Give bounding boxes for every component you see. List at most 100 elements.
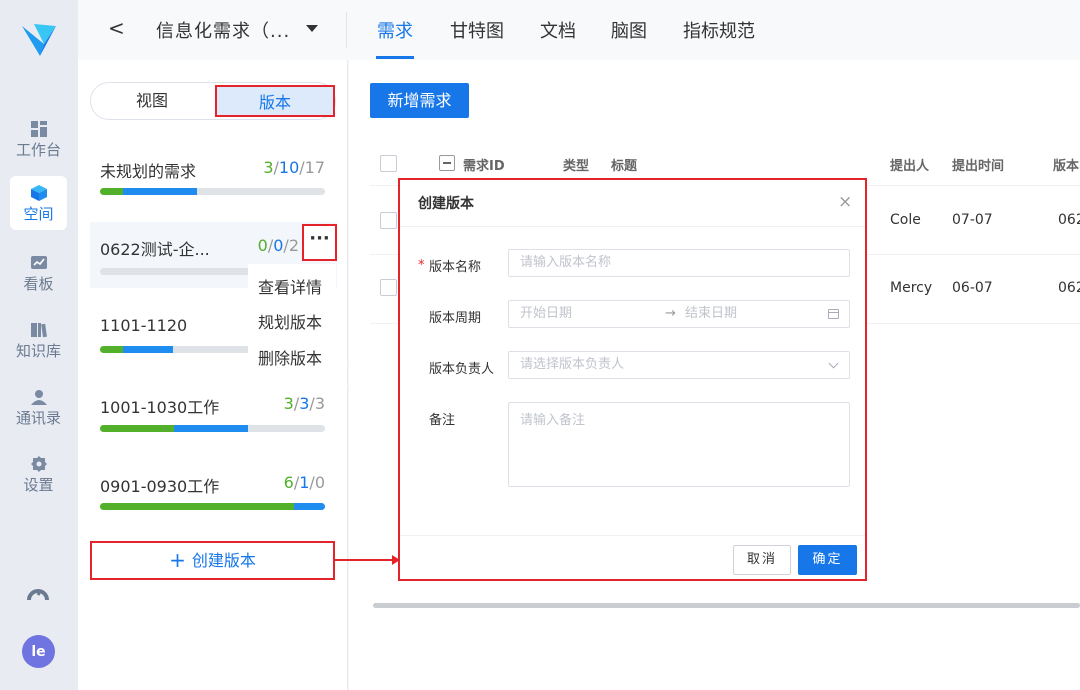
nav-item-label: 通讯录: [15, 409, 61, 427]
nav-item-knowledge[interactable]: 知识库: [10, 313, 67, 367]
dialog-divider: [400, 226, 865, 227]
start-date-input[interactable]: 开始日期: [520, 306, 572, 321]
range-arrow-icon: →: [665, 306, 676, 321]
nav-item-workbench[interactable]: 工作台: [10, 112, 67, 166]
version-period-label: 版本周期: [429, 311, 482, 326]
version-context-menu: 查看详情 规划版本 删除版本: [248, 264, 336, 376]
create-version-button[interactable]: + 创建版本: [90, 541, 335, 580]
proposer-cell: Mercy: [890, 280, 933, 296]
row-checkbox[interactable]: [380, 279, 397, 296]
nav-item-label: 空间: [23, 205, 54, 223]
active-tab-indicator: [376, 56, 414, 59]
version-name-input[interactable]: 请输入版本名称: [508, 249, 850, 277]
end-date-input[interactable]: 结束日期: [685, 301, 737, 327]
menu-item-view-details[interactable]: 查看详情: [258, 274, 322, 298]
tab-metrics[interactable]: 指标规范: [683, 17, 755, 43]
project-title[interactable]: 信息化需求（...: [156, 17, 290, 43]
segment-version[interactable]: 版本: [215, 85, 335, 117]
version-name: 1001-1030工作: [100, 398, 220, 417]
collapse-all-icon[interactable]: [439, 155, 455, 171]
create-version-label: 创建版本: [191, 551, 256, 570]
header-divider: [346, 12, 347, 48]
version-progress-bar: [100, 188, 325, 195]
dashboard-icon: [30, 120, 48, 138]
version-name: 0622测试-企...: [100, 240, 210, 259]
version-item[interactable]: 1001-1030工作 3/3/3: [90, 382, 337, 442]
nav-item-settings[interactable]: 设置: [10, 447, 67, 501]
segment-view[interactable]: 视图: [91, 83, 213, 119]
annotation-arrow-line: [335, 559, 393, 561]
nav-item-space[interactable]: 空间: [10, 176, 67, 230]
tab-mindmap[interactable]: 脑图: [611, 17, 647, 43]
menu-item-plan-version[interactable]: 规划版本: [258, 309, 322, 333]
column-header[interactable]: 版本: [1053, 155, 1079, 174]
version-panel: 视图 版本 未规划的需求 3/10/17 0622测试-企... 0/0/2 ·…: [78, 60, 348, 690]
column-header[interactable]: 提出时间: [952, 155, 1004, 174]
calendar-icon: [828, 309, 839, 319]
cancel-button[interactable]: 取消: [733, 545, 791, 575]
note-label: 备注: [429, 413, 456, 428]
proposer-cell: Cole: [890, 212, 921, 228]
confirm-button[interactable]: 确定: [798, 545, 857, 575]
avatar[interactable]: le: [22, 635, 55, 668]
book-icon: [30, 321, 48, 339]
dialog-title: 创建版本: [418, 196, 474, 212]
version-name: 1101-1120: [100, 316, 188, 335]
column-header[interactable]: 类型: [563, 155, 589, 174]
version-progress-bar: [100, 425, 325, 432]
chart-board-icon: [30, 254, 48, 272]
column-header[interactable]: 提出人: [890, 155, 929, 174]
version-name: 未规划的需求: [100, 162, 197, 181]
nav-item-label: 工作台: [15, 141, 61, 159]
select-all-checkbox[interactable]: [380, 155, 397, 172]
version-owner-select[interactable]: 请选择版本负责人: [508, 351, 850, 379]
nav-item-label: 看板: [23, 275, 54, 293]
version-cell: 062: [1058, 280, 1080, 296]
add-requirement-button[interactable]: 新增需求: [370, 83, 469, 118]
note-textarea[interactable]: 请输入备注: [508, 402, 850, 487]
version-count: 0/0/2: [257, 236, 299, 255]
version-owner-label: 版本负责人: [429, 362, 495, 377]
left-nav-rail: 工作台 空间 看板 知识库 通讯录 设置 le: [0, 0, 78, 690]
version-item[interactable]: 0901-0930工作 6/1/0: [90, 460, 337, 520]
version-name: 0901-0930工作: [100, 477, 220, 496]
version-count: 6/1/0: [283, 473, 325, 492]
app-logo[interactable]: [20, 20, 58, 58]
view-version-toggle: 视图 版本: [90, 82, 336, 120]
caret-down-icon[interactable]: [306, 25, 318, 32]
top-header: < 信息化需求（... 需求 甘特图 文档 脑图 指标规范: [78, 0, 1080, 60]
version-name-label: 版本名称: [429, 260, 482, 275]
tab-docs[interactable]: 文档: [540, 17, 576, 43]
create-version-dialog: 创建版本 × * 版本名称 请输入版本名称 版本周期 开始日期 → 结束日期 版…: [398, 178, 867, 581]
tab-requirements[interactable]: 需求: [377, 17, 413, 43]
dialog-footer-divider: [400, 535, 865, 536]
cube-icon: [30, 184, 48, 202]
version-period-range[interactable]: 开始日期 → 结束日期: [508, 300, 850, 328]
version-progress-bar: [100, 503, 325, 510]
gear-icon: [30, 455, 48, 473]
tab-gantt[interactable]: 甘特图: [450, 17, 504, 43]
nav-item-board[interactable]: 看板: [10, 246, 67, 300]
version-item[interactable]: 未规划的需求 3/10/17: [90, 148, 337, 208]
owner-placeholder: 请选择版本负责人: [520, 357, 625, 372]
back-button[interactable]: <: [108, 16, 125, 40]
column-header[interactable]: 标题: [611, 155, 637, 174]
version-count: 3/10/17: [263, 158, 325, 177]
menu-item-delete-version[interactable]: 删除版本: [258, 345, 322, 369]
column-header[interactable]: 需求ID: [463, 155, 505, 174]
required-mark: *: [418, 258, 425, 273]
plus-icon: +: [169, 548, 186, 572]
version-cell: 062: [1058, 212, 1080, 228]
version-count: 3/3/3: [283, 394, 325, 413]
person-icon: [30, 388, 48, 406]
nav-item-label: 知识库: [15, 342, 61, 360]
horizontal-scrollbar[interactable]: [373, 603, 1080, 608]
more-options-button[interactable]: ···: [302, 224, 337, 261]
close-icon[interactable]: ×: [838, 192, 852, 212]
row-checkbox[interactable]: [380, 212, 397, 229]
nav-item-label: 设置: [23, 476, 54, 494]
date-cell: 07-07: [952, 212, 993, 228]
speedometer-icon[interactable]: [26, 582, 50, 604]
nav-item-contacts[interactable]: 通讯录: [10, 380, 67, 434]
date-cell: 06-07: [952, 280, 993, 296]
